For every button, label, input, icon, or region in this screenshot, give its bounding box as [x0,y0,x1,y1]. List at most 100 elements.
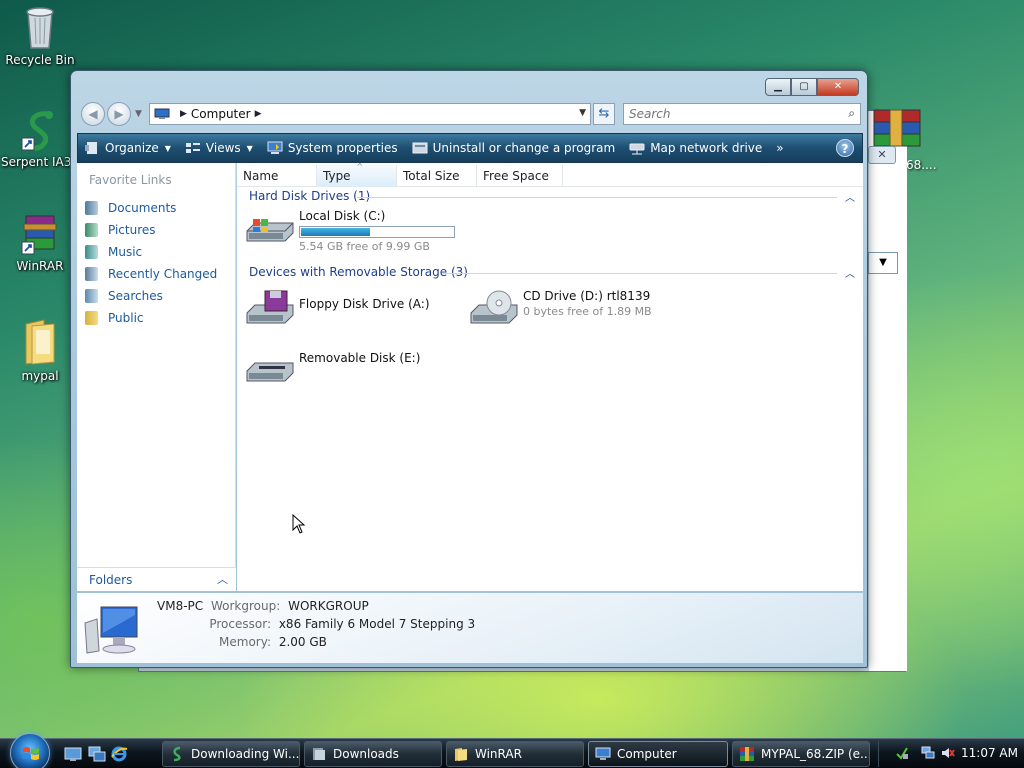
search-box[interactable]: ⌕ [623,103,861,125]
chevron-down-icon: ▼ [164,143,171,153]
taskbar-button-winrar[interactable]: WinRAR [446,741,584,767]
switch-windows-icon[interactable] [88,745,106,763]
folder-icon [455,748,467,761]
organize-icon [85,142,97,154]
drive-floppy-a[interactable]: Floppy Disk Drive (A:) [245,289,430,329]
breadcrumb-computer[interactable]: Computer [191,107,251,121]
disk-usage-bar [299,226,455,238]
taskbar-button-downloading[interactable]: Downloading Wi... [162,741,300,767]
column-header-type[interactable]: ^ Type [317,162,397,187]
navigation-pane: Favorite Links Documents Pictures Music … [77,163,236,591]
computer-monitor-icon [84,606,138,654]
breadcrumb-arrow-icon[interactable]: ▶ [255,109,262,119]
clock[interactable]: 11:07 AM [961,746,1018,760]
organize-button[interactable]: Organize ▼ [84,141,171,155]
minimize-button[interactable]: ▁ [765,78,791,96]
explorer-window[interactable]: ▁ ▢ ✕ ◀ ▶ ▼ ▶ Computer ▶ ▼ ⇆ ⌕ Organize … [70,70,868,668]
drive-info: CD Drive (D:) rtl8139 0 bytes free of 1.… [523,289,652,329]
taskbar-button-label: Downloads [333,747,399,761]
file-list[interactable]: Name ^ Type Total Size Free Space Hard D… [237,162,863,591]
taskbar-button-downloads[interactable]: Downloads [304,741,442,767]
group-hard-disk-drives[interactable]: Hard Disk Drives (1) ︿ [237,189,863,205]
views-button[interactable]: Views ▼ [185,141,253,155]
documents-icon [85,201,98,215]
desktop-icon-winrar[interactable]: WinRAR [0,212,80,273]
column-header-free-space[interactable]: Free Space [477,165,563,187]
workgroup-label: Workgroup: [210,599,281,613]
background-window-dropdown[interactable]: ▼ [868,252,898,274]
column-header-total-size[interactable]: Total Size [397,165,477,187]
forward-button[interactable]: ▶ [107,102,131,126]
taskbar: Downloading Wi... Downloads WinRAR Compu… [0,733,1024,768]
favorite-link-pictures[interactable]: Pictures [85,219,217,241]
favorite-link-documents[interactable]: Documents [85,197,217,219]
public-folder-icon [85,311,98,325]
drive-info: Floppy Disk Drive (A:) [299,289,430,329]
search-input[interactable] [624,104,824,124]
recent-pages-dropdown[interactable]: ▼ [135,109,142,119]
window-controls: ▁ ▢ ✕ [765,78,859,96]
help-icon[interactable]: ? [836,139,854,157]
pictures-icon [85,223,98,237]
volume-muted-icon[interactable] [941,746,955,760]
show-desktop-icon[interactable] [64,745,82,763]
address-dropdown-icon[interactable]: ▼ [579,108,586,118]
chevron-up-icon[interactable]: ︿ [845,189,855,204]
favorite-link-label: Searches [108,289,163,303]
windows-logo-icon [23,747,39,760]
taskbar-button-mypal-zip[interactable]: MYPAL_68.ZIP (e... [732,741,870,767]
breadcrumb-arrow-icon[interactable]: ▶ [180,109,187,119]
refresh-button[interactable]: ⇆ [593,103,615,125]
uninstall-program-button[interactable]: Uninstall or change a program [412,141,615,155]
drive-cd-d[interactable]: CD Drive (D:) rtl8139 0 bytes free of 1.… [469,289,652,329]
computer-icon [154,108,170,119]
drive-name: CD Drive (D:) rtl8139 [523,289,651,303]
column-header-name[interactable]: Name [237,165,317,187]
drive-free-space: 5.54 GB free of 9.99 GB [299,240,430,253]
drive-local-disk-c[interactable]: Local Disk (C:) 5.54 GB free of 9.99 GB [245,209,455,253]
chevron-up-icon[interactable]: ︿ [845,265,855,280]
more-commands-button[interactable]: » [776,141,783,155]
system-properties-button[interactable]: System properties [267,141,398,155]
folder-icon [25,319,55,365]
folders-toggle[interactable]: Folders ︿ [77,567,236,591]
favorite-link-recently-changed[interactable]: Recently Changed [85,263,217,285]
favorite-link-searches[interactable]: Searches [85,285,217,307]
taskbar-button-label: Computer [617,747,677,761]
desktop-icon-serpent[interactable]: Serpent IA32 [0,108,80,169]
removable-disk-icon [246,362,294,382]
processor-value: x86 Family 6 Model 7 Stepping 3 [278,617,476,631]
processor-row: Processor: x86 Family 6 Model 7 Stepping… [157,617,475,631]
background-window-close-button[interactable]: ✕ [868,146,896,164]
maximize-button[interactable]: ▢ [791,78,817,96]
back-button[interactable]: ◀ [81,102,105,126]
processor-label: Processor: [209,617,271,631]
winrar-icon [740,747,754,761]
desktop-icon-mypal[interactable]: mypal [0,318,80,383]
taskbar-button-computer[interactable]: Computer [588,741,728,767]
search-icon[interactable]: ⌕ [848,106,855,121]
desktop-icon-recycle-bin[interactable]: Recycle Bin [0,4,80,67]
safely-remove-hardware-icon[interactable] [895,746,909,760]
close-button[interactable]: ✕ [817,78,859,96]
group-removable-storage[interactable]: Devices with Removable Storage (3) ︿ [237,265,863,281]
serpent-icon [173,746,181,762]
drive-info: Local Disk (C:) 5.54 GB free of 9.99 GB [299,209,455,253]
chevron-down-icon: ▼ [246,143,253,153]
internet-explorer-icon[interactable] [110,745,128,763]
favorite-link-music[interactable]: Music [85,241,217,263]
favorite-link-public[interactable]: Public [85,307,217,329]
searches-icon [85,289,98,303]
hard-drive-icon [246,219,294,242]
network-icon[interactable] [921,746,935,760]
drive-removable-e[interactable]: Removable Disk (E:) [245,347,420,387]
map-network-drive-button[interactable]: Map network drive [629,141,762,155]
column-headers: Name ^ Type Total Size Free Space [237,162,863,187]
organize-label: Organize [105,141,159,155]
start-button[interactable] [10,733,50,768]
views-label: Views [205,141,241,155]
details-pane: VM8-PC Workgroup: WORKGROUP Processor: x… [77,593,863,663]
floppy-drive-icon [246,290,294,324]
favorite-link-label: Pictures [108,223,156,237]
address-bar[interactable]: ▶ Computer ▶ ▼ [149,103,591,125]
